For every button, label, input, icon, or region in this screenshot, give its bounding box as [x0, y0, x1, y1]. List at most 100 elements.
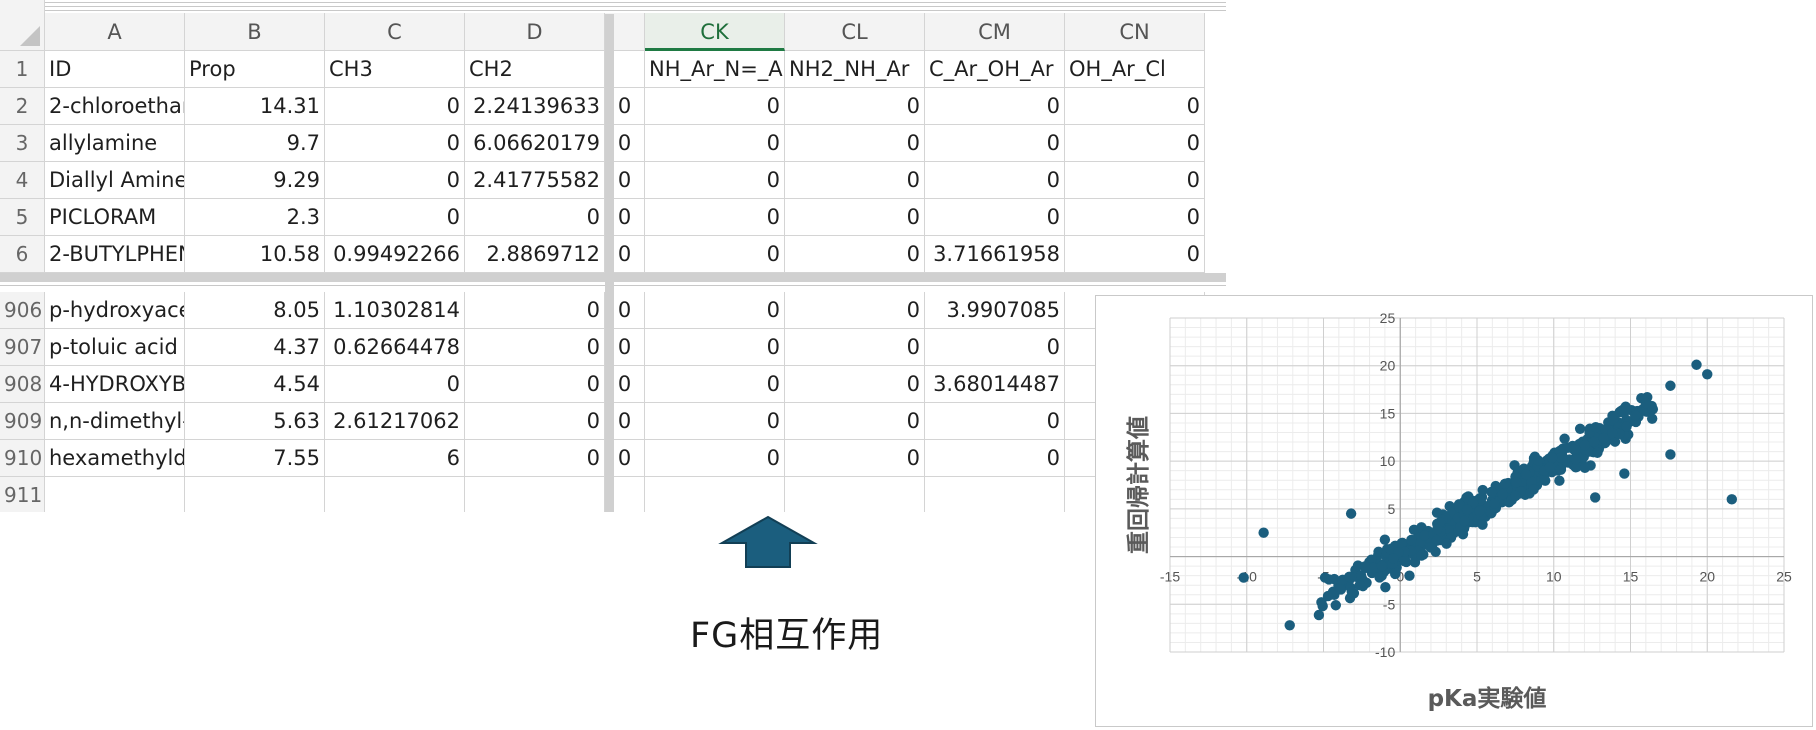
cell[interactable]: 0 — [325, 162, 465, 199]
row-number[interactable]: 908 — [0, 366, 45, 403]
cell[interactable]: 0 — [465, 199, 605, 236]
cell[interactable]: CH2 — [465, 51, 605, 88]
cell[interactable]: 0 — [785, 162, 925, 199]
cell[interactable]: NH2_NH_Ar — [785, 51, 925, 88]
cell[interactable]: 0 — [785, 236, 925, 273]
cell[interactable]: allylamine — [45, 125, 185, 162]
cell[interactable]: 0 — [925, 125, 1065, 162]
column-header[interactable]: CN — [1065, 13, 1205, 51]
cell[interactable]: 0.99492266 — [325, 236, 465, 273]
cell[interactable]: ID — [45, 51, 185, 88]
cell[interactable] — [925, 477, 1065, 512]
cell[interactable]: 0 — [465, 403, 605, 440]
cell[interactable]: 0 — [465, 329, 605, 366]
cell[interactable] — [465, 477, 605, 512]
row-number[interactable]: 3 — [0, 125, 45, 162]
cell[interactable]: 0.62664478 — [325, 329, 465, 366]
cell[interactable]: 4.37 — [185, 329, 325, 366]
cell[interactable]: 2-BUTYLPHENOL — [45, 236, 185, 273]
cell[interactable]: NH_Ar_N=_Ar — [645, 51, 785, 88]
cell[interactable]: 7.55 — [185, 440, 325, 477]
cell[interactable]: 0 — [1065, 199, 1205, 236]
cell[interactable]: 0 — [645, 236, 785, 273]
cell[interactable]: PICLORAM — [45, 199, 185, 236]
cell[interactable]: 0 — [645, 199, 785, 236]
cell[interactable]: 5.63 — [185, 403, 325, 440]
cell[interactable]: 8.05 — [185, 292, 325, 329]
cell[interactable]: 0 — [785, 403, 925, 440]
frozen-column-split[interactable] — [605, 14, 614, 512]
column-header[interactable]: CM — [925, 13, 1065, 51]
cell[interactable]: 0 — [785, 366, 925, 403]
cell[interactable]: 6.06620179 — [465, 125, 605, 162]
cell[interactable]: 9.7 — [185, 125, 325, 162]
cell[interactable]: 0 — [925, 403, 1065, 440]
row-number[interactable]: 5 — [0, 199, 45, 236]
cell[interactable]: 2.41775582 — [465, 162, 605, 199]
cell[interactable]: 0 — [1065, 236, 1205, 273]
row-number[interactable]: 4 — [0, 162, 45, 199]
cell[interactable]: 0 — [645, 403, 785, 440]
cell[interactable]: hexamethyldisilazane — [45, 440, 185, 477]
column-header[interactable]: A — [45, 13, 185, 51]
row-number[interactable]: 910 — [0, 440, 45, 477]
row-number[interactable]: 906 — [0, 292, 45, 329]
cell[interactable]: 3.9907085 — [925, 292, 1065, 329]
column-header[interactable]: CK — [645, 13, 785, 51]
cell[interactable]: 0 — [925, 329, 1065, 366]
cell[interactable]: p-toluic acid — [45, 329, 185, 366]
cell[interactable]: 0 — [645, 440, 785, 477]
cell[interactable]: 0 — [785, 440, 925, 477]
cell[interactable]: 0 — [645, 162, 785, 199]
cell[interactable]: 0 — [785, 199, 925, 236]
column-header[interactable]: D — [465, 13, 605, 51]
cell[interactable]: 0 — [325, 199, 465, 236]
cell[interactable]: 0 — [925, 199, 1065, 236]
cell[interactable] — [185, 477, 325, 512]
cell[interactable]: p-hydroxyacetophenone — [45, 292, 185, 329]
cell[interactable]: 0 — [925, 88, 1065, 125]
column-header[interactable]: CL — [785, 13, 925, 51]
cell[interactable] — [45, 477, 185, 512]
cell[interactable]: 10.58 — [185, 236, 325, 273]
cell[interactable]: Prop — [185, 51, 325, 88]
cell[interactable] — [325, 477, 465, 512]
cell[interactable]: 0 — [925, 440, 1065, 477]
cell[interactable]: n,n-dimethyl- — [45, 403, 185, 440]
cell[interactable]: C_Ar_OH_Ar — [925, 51, 1065, 88]
cell[interactable]: 6 — [325, 440, 465, 477]
cell[interactable]: 0 — [645, 125, 785, 162]
row-number[interactable]: 1 — [0, 51, 45, 88]
cell[interactable]: 14.31 — [185, 88, 325, 125]
spreadsheet[interactable]: A B C D CK CL CM CN 1 ID Prop CH3 CH2 NH_Ar_N=_Ar NH2_… — [0, 0, 1226, 512]
cell[interactable]: 4-HYDROXYBENZALDEHYDE — [45, 366, 185, 403]
cell[interactable]: 4.54 — [185, 366, 325, 403]
cell[interactable]: 0 — [325, 366, 465, 403]
column-header[interactable]: B — [185, 13, 325, 51]
row-number[interactable]: 911 — [0, 477, 45, 512]
cell[interactable]: 0 — [1065, 162, 1205, 199]
cell[interactable]: 0 — [465, 292, 605, 329]
row-number[interactable]: 6 — [0, 236, 45, 273]
cell[interactable] — [645, 477, 785, 512]
cell[interactable]: 2.3 — [185, 199, 325, 236]
cell[interactable]: 0 — [325, 88, 465, 125]
cell[interactable]: 0 — [465, 366, 605, 403]
cell[interactable]: 0 — [645, 366, 785, 403]
column-header[interactable]: C — [325, 13, 465, 51]
cell[interactable]: 0 — [645, 88, 785, 125]
row-number[interactable]: 2 — [0, 88, 45, 125]
cell[interactable]: CH3 — [325, 51, 465, 88]
cell[interactable]: 2.8869712 — [465, 236, 605, 273]
cell[interactable]: 0 — [785, 125, 925, 162]
cell[interactable]: 0 — [645, 329, 785, 366]
row-number[interactable]: 907 — [0, 329, 45, 366]
cell[interactable]: 1.10302814 — [325, 292, 465, 329]
cell[interactable] — [785, 477, 925, 512]
cell[interactable]: 0 — [785, 329, 925, 366]
row-number[interactable]: 909 — [0, 403, 45, 440]
cell[interactable]: 9.29 — [185, 162, 325, 199]
cell[interactable]: 0 — [465, 440, 605, 477]
cell[interactable]: 0 — [1065, 88, 1205, 125]
cell[interactable]: 0 — [785, 88, 925, 125]
